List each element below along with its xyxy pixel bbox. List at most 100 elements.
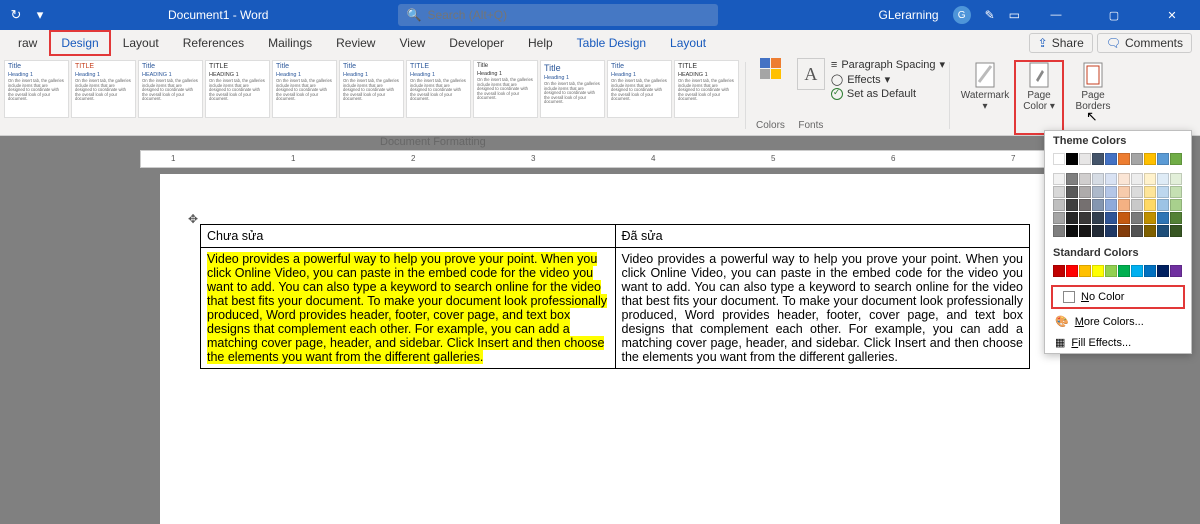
theme-thumb[interactable]: TitleHeading 1On the insert tab, the gal… xyxy=(540,60,605,118)
color-swatch[interactable] xyxy=(1105,153,1117,165)
theme-thumb[interactable]: TitleHeading 1On the insert tab, the gal… xyxy=(272,60,337,118)
color-swatch[interactable] xyxy=(1144,265,1156,277)
close-button[interactable]: ✕ xyxy=(1150,0,1194,30)
effects-button[interactable]: ◯Effects▾ xyxy=(831,73,945,86)
theme-thumb[interactable]: TitleHeading 1On the insert tab, the gal… xyxy=(4,60,69,118)
theme-thumb[interactable]: TitleHeading 1On the insert tab, the gal… xyxy=(339,60,404,118)
color-swatch[interactable] xyxy=(1131,173,1143,185)
fonts-button[interactable]: A Fonts xyxy=(791,56,831,135)
content-table[interactable]: Chưa sửa Đã sửa Video provides a powerfu… xyxy=(200,224,1030,369)
color-swatch[interactable] xyxy=(1092,173,1104,185)
color-swatch[interactable] xyxy=(1157,153,1169,165)
paragraph-spacing-button[interactable]: ≡Paragraph Spacing▾ xyxy=(831,58,945,71)
color-swatch[interactable] xyxy=(1092,199,1104,211)
qa-dropdown-icon[interactable]: ▾ xyxy=(32,7,48,23)
color-swatch[interactable] xyxy=(1079,186,1091,198)
color-swatch[interactable] xyxy=(1131,265,1143,277)
color-swatch[interactable] xyxy=(1118,186,1130,198)
color-swatch[interactable] xyxy=(1157,212,1169,224)
search-input[interactable] xyxy=(427,8,710,22)
color-swatch[interactable] xyxy=(1053,265,1065,277)
page-color-button[interactable]: Page Color ▾ ↖ xyxy=(1014,60,1064,135)
tab-layout[interactable]: Layout xyxy=(111,30,171,56)
color-swatch[interactable] xyxy=(1170,186,1182,198)
color-swatch[interactable] xyxy=(1066,212,1078,224)
color-swatch[interactable] xyxy=(1066,199,1078,211)
colors-button[interactable]: Colors xyxy=(750,56,791,135)
minimize-button[interactable]: — xyxy=(1034,0,1078,30)
color-swatch[interactable] xyxy=(1105,225,1117,237)
color-swatch[interactable] xyxy=(1170,212,1182,224)
more-colors-item[interactable]: 🎨More Colors... xyxy=(1045,311,1191,332)
ribbon-mode-icon[interactable]: ▭ xyxy=(1009,8,1020,22)
autosave-icon[interactable]: ↻ xyxy=(8,7,24,23)
theme-thumb[interactable]: TitleHEADING 1On the insert tab, the gal… xyxy=(138,60,203,118)
color-swatch[interactable] xyxy=(1157,199,1169,211)
maximize-button[interactable]: ▢ xyxy=(1092,0,1136,30)
color-swatch[interactable] xyxy=(1118,153,1130,165)
table-move-handle[interactable]: ✥ xyxy=(188,212,198,226)
theme-thumb[interactable]: TITLEHeading 1On the insert tab, the gal… xyxy=(406,60,471,118)
color-swatch[interactable] xyxy=(1066,153,1078,165)
color-swatch[interactable] xyxy=(1144,153,1156,165)
table-header-cell[interactable]: Chưa sửa xyxy=(201,225,616,248)
theme-thumb[interactable]: TitleHeading 1On the insert tab, the gal… xyxy=(607,60,672,118)
color-swatch[interactable] xyxy=(1105,186,1117,198)
tab-references[interactable]: References xyxy=(171,30,256,56)
table-header-cell[interactable]: Đã sửa xyxy=(615,225,1030,248)
watermark-button[interactable]: Watermark▾ xyxy=(960,60,1010,135)
tab-developer[interactable]: Developer xyxy=(437,30,516,56)
tab-review[interactable]: Review xyxy=(324,30,387,56)
color-swatch[interactable] xyxy=(1131,199,1143,211)
color-swatch[interactable] xyxy=(1053,153,1065,165)
ruler[interactable]: 11234567 xyxy=(140,150,1060,168)
search-box[interactable]: 🔍 xyxy=(398,4,718,26)
theme-thumb[interactable]: TITLEHeading 1On the insert tab, the gal… xyxy=(71,60,136,118)
table-cell-right[interactable]: Video provides a powerful way to help yo… xyxy=(615,248,1030,369)
color-swatch[interactable] xyxy=(1066,225,1078,237)
color-swatch[interactable] xyxy=(1079,173,1091,185)
color-swatch[interactable] xyxy=(1079,225,1091,237)
color-swatch[interactable] xyxy=(1144,199,1156,211)
tab-table-design[interactable]: Table Design xyxy=(565,30,658,56)
color-swatch[interactable] xyxy=(1118,225,1130,237)
color-swatch[interactable] xyxy=(1066,186,1078,198)
color-swatch[interactable] xyxy=(1157,265,1169,277)
avatar[interactable]: G xyxy=(953,6,971,24)
color-swatch[interactable] xyxy=(1105,199,1117,211)
color-swatch[interactable] xyxy=(1105,212,1117,224)
color-swatch[interactable] xyxy=(1144,173,1156,185)
color-swatch[interactable] xyxy=(1053,186,1065,198)
color-swatch[interactable] xyxy=(1118,212,1130,224)
color-swatch[interactable] xyxy=(1053,212,1065,224)
comments-button[interactable]: 🗨Comments xyxy=(1097,33,1192,53)
share-button[interactable]: ⇪Share xyxy=(1029,33,1093,53)
color-swatch[interactable] xyxy=(1170,265,1182,277)
color-swatch[interactable] xyxy=(1170,225,1182,237)
color-swatch[interactable] xyxy=(1131,225,1143,237)
color-swatch[interactable] xyxy=(1105,265,1117,277)
fill-effects-item[interactable]: ▦Fill Effects... xyxy=(1045,332,1191,353)
theme-thumb[interactable]: TITLEHEADING 1On the insert tab, the gal… xyxy=(674,60,739,118)
tab-draw[interactable]: raw xyxy=(6,30,49,56)
color-swatch[interactable] xyxy=(1053,173,1065,185)
color-swatch[interactable] xyxy=(1066,173,1078,185)
tab-view[interactable]: View xyxy=(387,30,437,56)
theme-gallery[interactable]: TitleHeading 1On the insert tab, the gal… xyxy=(0,56,741,135)
color-swatch[interactable] xyxy=(1118,173,1130,185)
color-swatch[interactable] xyxy=(1053,225,1065,237)
tab-help[interactable]: Help xyxy=(516,30,565,56)
color-swatch[interactable] xyxy=(1144,212,1156,224)
set-default-button[interactable]: Set as Default xyxy=(831,88,945,100)
color-swatch[interactable] xyxy=(1079,265,1091,277)
color-swatch[interactable] xyxy=(1118,265,1130,277)
theme-thumb[interactable]: TitleHeading 1On the insert tab, the gal… xyxy=(473,60,538,118)
color-swatch[interactable] xyxy=(1092,225,1104,237)
color-swatch[interactable] xyxy=(1092,265,1104,277)
color-swatch[interactable] xyxy=(1118,199,1130,211)
color-swatch[interactable] xyxy=(1131,212,1143,224)
theme-thumb[interactable]: TITLEHEADING 1On the insert tab, the gal… xyxy=(205,60,270,118)
color-swatch[interactable] xyxy=(1092,186,1104,198)
tab-design[interactable]: Design xyxy=(49,30,110,56)
color-swatch[interactable] xyxy=(1157,186,1169,198)
